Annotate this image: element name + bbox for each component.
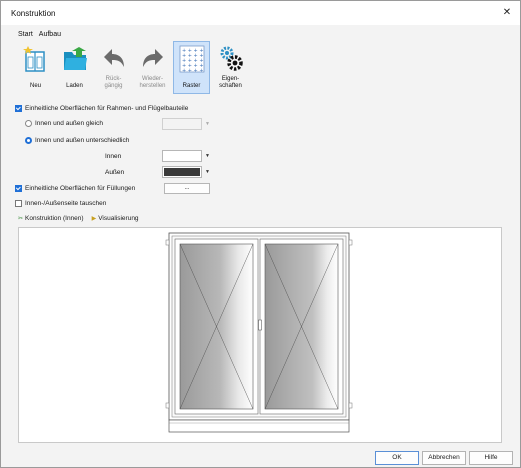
folder-open-icon (64, 47, 87, 70)
fill-surfaces-button[interactable]: ... (164, 183, 210, 194)
undo-button-label: Rück- gängig (104, 76, 123, 89)
door-handle (258, 319, 262, 331)
construction-canvas[interactable] (18, 227, 502, 443)
ribbon-tab-start[interactable]: Start (18, 31, 33, 38)
toolbar: Neu Laden Rück- gängig Wieder- herstelle… (17, 41, 249, 94)
cancel-button[interactable]: Abbrechen (422, 451, 466, 465)
new-button-label: Neu (29, 83, 41, 89)
different-inside-outside-radio[interactable] (25, 137, 32, 144)
ribbon-tabs: Start Aufbau (18, 31, 61, 38)
grid-button-label: Raster (182, 83, 201, 89)
chevron-down-icon: ▼ (205, 121, 210, 127)
dialog-footer: OK Abbrechen Hilfe (1, 449, 520, 467)
outside-color-swatch (164, 168, 200, 176)
uniform-fill-surfaces-row[interactable]: Einheitliche Oberflächen für Füllungen (15, 185, 135, 192)
gears-icon (220, 46, 243, 71)
double-door-drawing (165, 232, 353, 433)
visualization-icon: ▶ (91, 216, 97, 222)
same-inside-outside-label: Innen und außen gleich (35, 120, 103, 127)
window-title: Konstruktion (11, 9, 56, 18)
same-color-select[interactable]: ▼ (162, 118, 210, 130)
close-button[interactable]: ✕ (494, 1, 520, 23)
tab-visualization-label: Visualisierung (98, 215, 139, 222)
construction-icon: ✂ (18, 216, 24, 222)
tab-construction-label: Konstruktion (Innen) (25, 215, 84, 222)
tab-visualization[interactable]: ▶ Visualisierung (92, 215, 139, 222)
title-bar: Konstruktion ✕ (1, 1, 520, 25)
chevron-down-icon: ▼ (205, 153, 210, 159)
uniform-frame-surfaces-checkbox[interactable] (15, 105, 22, 112)
swap-sides-checkbox[interactable] (15, 200, 22, 207)
different-inside-outside-row[interactable]: Innen und außen unterschiedlich (25, 137, 129, 144)
swap-sides-row[interactable]: Innen-/Außenseite tauschen (15, 200, 106, 207)
uniform-frame-surfaces-row[interactable]: Einheitliche Oberflächen für Rahmen- und… (15, 105, 188, 112)
tab-construction-inside[interactable]: ✂ Konstruktion (Innen) (18, 215, 84, 222)
threshold (168, 419, 350, 433)
grid-toggle-button[interactable]: + + + + + + + + + + + + + + + + + + + + … (173, 41, 210, 94)
construction-dialog: Konstruktion ✕ Start Aufbau Neu Laden Rü… (0, 0, 521, 468)
redo-button-label: Wieder- herstellen (139, 76, 166, 89)
ok-button[interactable]: OK (375, 451, 419, 465)
undo-arrow-icon (104, 49, 124, 67)
uniform-fill-surfaces-checkbox[interactable] (15, 185, 22, 192)
redo-arrow-icon (143, 49, 163, 67)
undo-button[interactable]: Rück- gängig (95, 41, 132, 94)
same-inside-outside-radio[interactable] (25, 120, 32, 127)
outside-label: Außen (105, 169, 125, 176)
grid-icon: + + + + + + + + + + + + + + + + + + + + … (179, 45, 205, 73)
load-button[interactable]: Laden (56, 41, 93, 94)
help-button[interactable]: Hilfe (469, 451, 513, 465)
uniform-frame-surfaces-label: Einheitliche Oberflächen für Rahmen- und… (25, 105, 189, 112)
ribbon-tab-aufbau[interactable]: Aufbau (39, 31, 61, 38)
svg-text:+ + + + +: + + + + + (182, 68, 205, 73)
inside-label: Innen (105, 153, 122, 160)
properties-button[interactable]: Eigen- schaften (212, 41, 249, 94)
inside-color-select[interactable]: ▼ (162, 150, 210, 162)
inside-color-swatch (164, 152, 200, 160)
view-tabs: ✂ Konstruktion (Innen) ▶ Visualisierung (18, 215, 139, 222)
same-inside-outside-row[interactable]: Innen und außen gleich (25, 120, 103, 127)
swap-sides-label: Innen-/Außenseite tauschen (25, 200, 107, 207)
new-button[interactable]: Neu (17, 41, 54, 94)
uniform-fill-surfaces-label: Einheitliche Oberflächen für Füllungen (25, 185, 136, 192)
load-button-label: Laden (66, 83, 83, 89)
chevron-down-icon: ▼ (205, 169, 210, 175)
different-inside-outside-label: Innen und außen unterschiedlich (35, 137, 130, 144)
properties-button-label: Eigen- schaften (219, 76, 242, 89)
outside-color-select[interactable]: ▼ (162, 166, 210, 178)
redo-button[interactable]: Wieder- herstellen (134, 41, 171, 94)
new-window-icon (23, 46, 45, 72)
